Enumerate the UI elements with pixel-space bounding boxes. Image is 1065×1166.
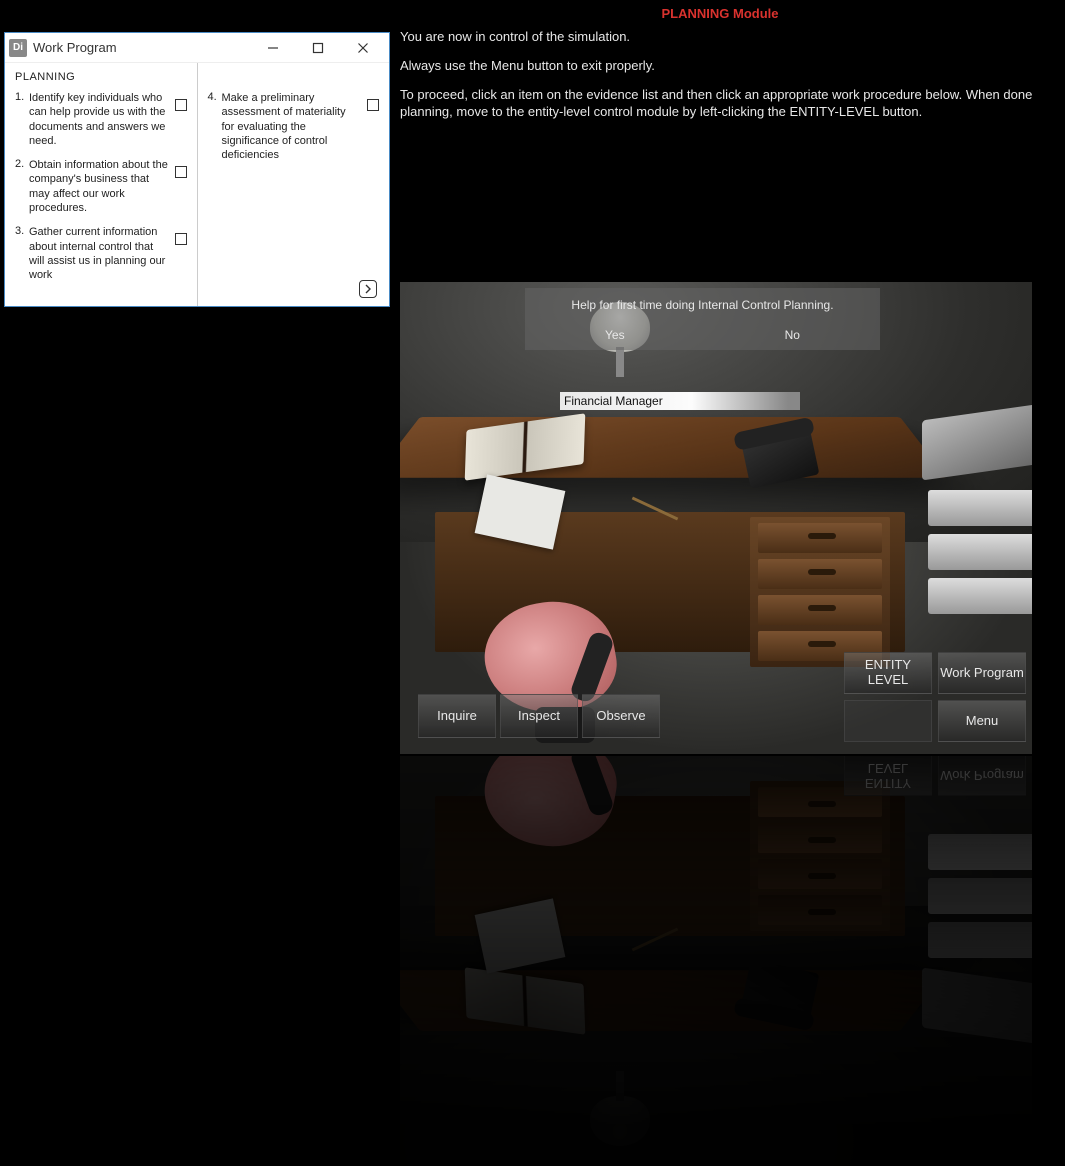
planning-item-text: Obtain information about the company's b… (29, 158, 175, 215)
help-yes-button[interactable]: Yes (593, 326, 637, 344)
checkbox[interactable] (367, 99, 379, 111)
window-title: Work Program (33, 40, 250, 55)
checkbox[interactable] (175, 233, 187, 245)
planning-item-text: Gather current information about interna… (29, 225, 175, 282)
planning-item: 1. Identify key individuals who can help… (15, 91, 187, 148)
menu-button[interactable]: Menu (938, 700, 1026, 742)
app-icon: Di (9, 39, 27, 57)
planning-item: 3. Gather current information about inte… (15, 225, 187, 282)
observe-button[interactable]: Observe (582, 694, 660, 738)
titlebar[interactable]: Di Work Program (5, 33, 389, 63)
simulation-scene[interactable]: Help for first time doing Internal Contr… (400, 282, 1032, 754)
work-program-window: Di Work Program PLANNING 1. Identify key… (4, 32, 390, 307)
scene-reflection: Inquire Inspect Observe ENTITY LEVEL Wor… (400, 756, 1032, 1166)
financial-manager-label[interactable]: Financial Manager (560, 392, 800, 410)
next-button[interactable] (359, 280, 377, 298)
maximize-button[interactable] (295, 34, 340, 62)
instruction-line: You are now in control of the simulation… (400, 29, 1040, 46)
help-banner: Help for first time doing Internal Contr… (525, 288, 880, 350)
empty-button-slot (844, 700, 932, 742)
planning-item-text: Make a preliminary assessment of materia… (222, 91, 368, 162)
inquire-button[interactable]: Inquire (418, 694, 496, 738)
checkbox[interactable] (175, 99, 187, 111)
inspect-button[interactable]: Inspect (500, 694, 578, 738)
instruction-line: To proceed, click an item on the evidenc… (400, 87, 1040, 121)
planning-item-text: Identify key individuals who can help pr… (29, 91, 175, 148)
minimize-button[interactable] (250, 34, 295, 62)
checkbox[interactable] (175, 166, 187, 178)
module-title: PLANNING Module (400, 0, 1040, 29)
planning-item: 2. Obtain information about the company'… (15, 158, 187, 215)
work-program-button[interactable]: Work Program (938, 652, 1026, 694)
desk-drawers (750, 517, 890, 667)
planning-item: 4. Make a preliminary assessment of mate… (208, 91, 380, 162)
instruction-line: Always use the Menu button to exit prope… (400, 58, 1040, 75)
planning-heading: PLANNING (15, 71, 187, 83)
help-no-button[interactable]: No (773, 326, 812, 344)
close-button[interactable] (340, 34, 385, 62)
printer (922, 412, 1032, 592)
entity-level-button[interactable]: ENTITY LEVEL (844, 652, 932, 694)
help-text: Help for first time doing Internal Contr… (525, 298, 880, 312)
instructions-panel: PLANNING Module You are now in control o… (400, 0, 1040, 132)
